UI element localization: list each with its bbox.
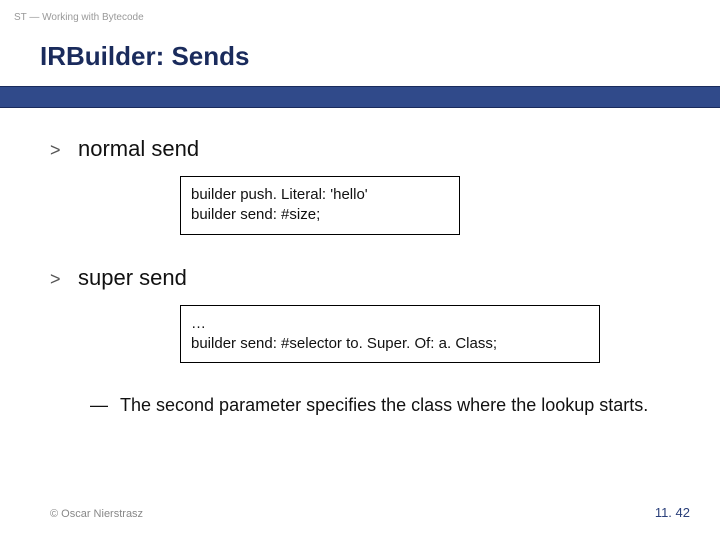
footer-copyright: © Oscar Nierstrasz (50, 508, 143, 520)
footer-page-number: 11. 42 (655, 505, 690, 520)
note-line: — The second parameter specifies the cla… (90, 393, 670, 417)
content-area: > normal send builder push. Literal: 'he… (0, 108, 720, 417)
bullet-item: > super send (50, 265, 670, 291)
code-box: builder push. Literal: 'hello' builder s… (180, 176, 460, 235)
bullet-item: > normal send (50, 136, 670, 162)
title-divider (0, 86, 720, 108)
bullet-label: normal send (78, 136, 199, 162)
header-label: ST — Working with Bytecode (0, 0, 720, 23)
bullet-marker: > (50, 269, 78, 290)
note-dash: — (90, 395, 120, 416)
bullet-label: super send (78, 265, 187, 291)
code-box: … builder send: #selector to. Super. Of:… (180, 305, 600, 364)
page-title: IRBuilder: Sends (0, 23, 720, 86)
bullet-marker: > (50, 140, 78, 161)
note-text: The second parameter specifies the class… (120, 393, 648, 417)
